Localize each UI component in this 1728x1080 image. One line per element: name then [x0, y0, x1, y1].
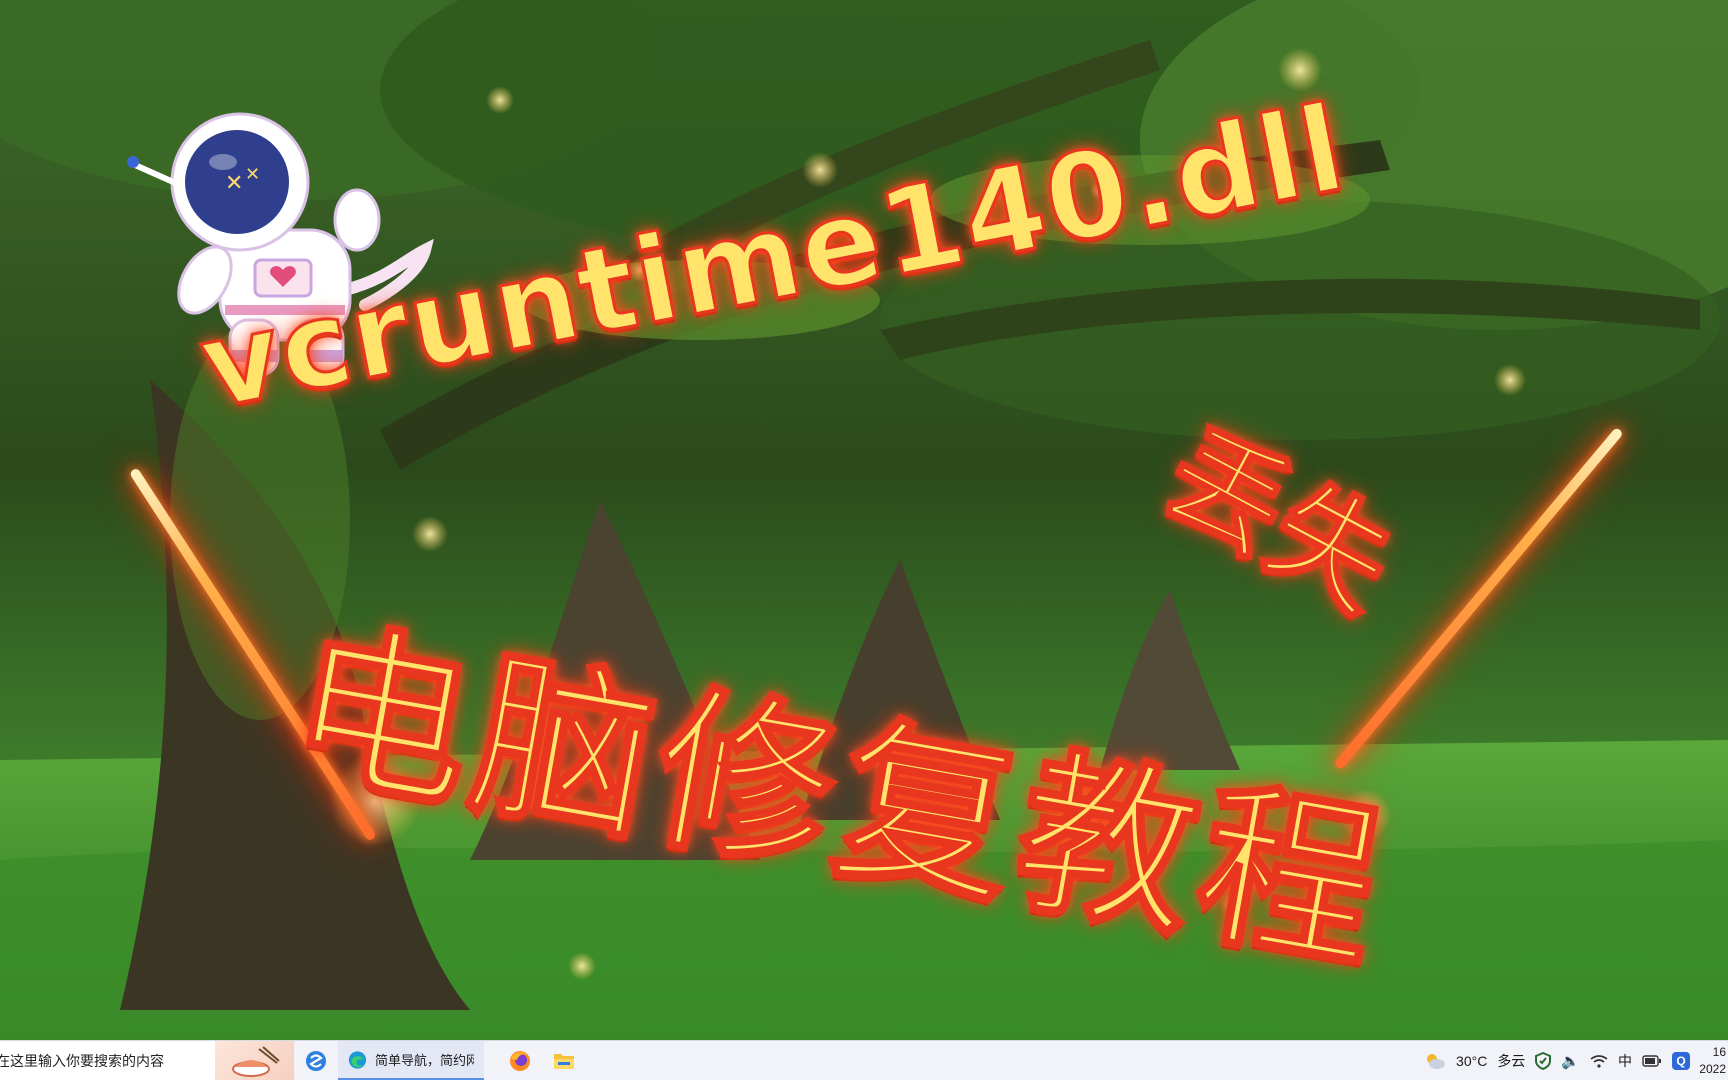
- taskbar-app-label: 简单导航，简约网...: [374, 1053, 474, 1068]
- taskbar-app-edge[interactable]: 简单导航，简约网...: [338, 1041, 484, 1080]
- app-badge-icon[interactable]: Q: [1672, 1052, 1690, 1070]
- wifi-icon[interactable]: [1590, 1054, 1608, 1068]
- system-tray: 30°C 多云 🔈 中 Q 16 2022: [1424, 1041, 1728, 1080]
- temperature-text[interactable]: 30°C: [1456, 1053, 1487, 1069]
- edge-browser-icon: [348, 1050, 367, 1069]
- input-method-indicator[interactable]: 中: [1618, 1051, 1632, 1071]
- shield-icon[interactable]: [1535, 1052, 1552, 1070]
- desktop-screen: ✕ ✕ vcruntime140.dll 丢失 电脑修复教程 在这里输入你要搜索…: [0, 0, 1728, 1080]
- weather-text[interactable]: 多云: [1497, 1051, 1525, 1071]
- svg-text:✕: ✕: [225, 171, 243, 196]
- battery-icon[interactable]: [1642, 1055, 1662, 1067]
- clock-date: 2022: [1700, 1062, 1726, 1076]
- taskbar: 在这里输入你要搜索的内容 简单导航，简约网...: [0, 1040, 1728, 1080]
- speaker-icon[interactable]: 🔈: [1561, 1052, 1580, 1070]
- taskbar-clock[interactable]: 16 2022: [1700, 1044, 1726, 1078]
- clock-time: 16: [1712, 1045, 1726, 1059]
- firefox-icon[interactable]: [498, 1041, 542, 1080]
- promo-image-icon[interactable]: [215, 1041, 293, 1080]
- svg-text:✕: ✕: [245, 164, 260, 185]
- search-placeholder[interactable]: 在这里输入你要搜索的内容: [0, 1051, 164, 1071]
- cloud-sun-icon[interactable]: [1424, 1052, 1446, 1070]
- sogou-browser-icon[interactable]: [294, 1041, 338, 1080]
- taskbar-search-box[interactable]: 在这里输入你要搜索的内容: [0, 1041, 294, 1080]
- file-explorer-icon[interactable]: [542, 1041, 586, 1080]
